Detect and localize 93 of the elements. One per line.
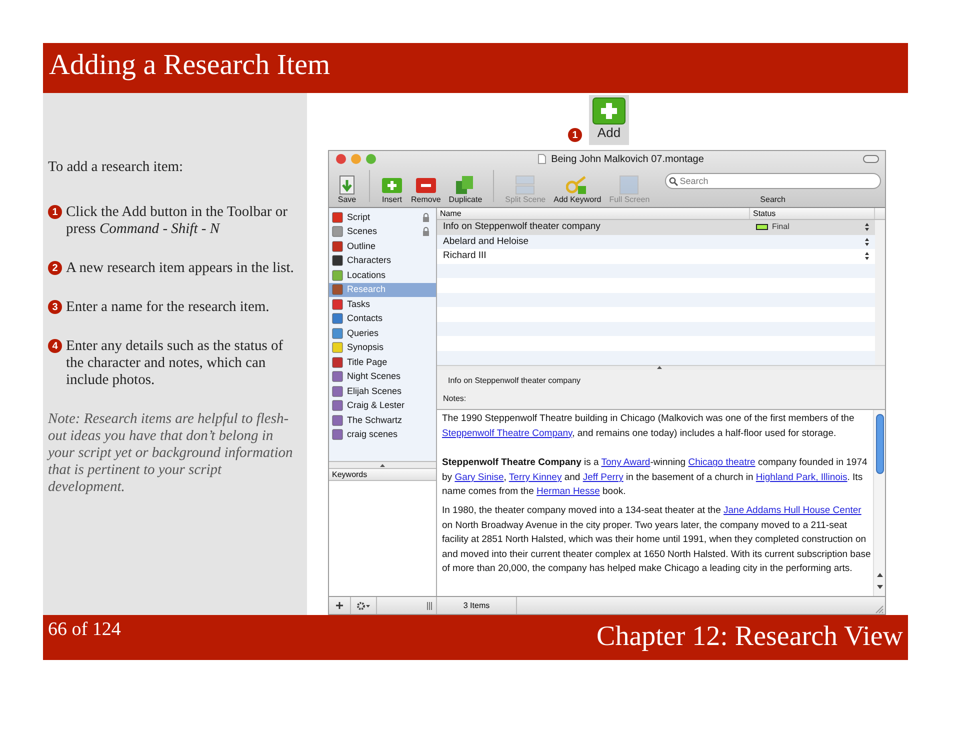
sidebar-item[interactable]: Craig & Lester (329, 398, 436, 413)
sidebar-item[interactable]: Contacts (329, 312, 436, 326)
sidebar-item[interactable]: Title Page (329, 355, 436, 370)
item-icon (332, 212, 343, 223)
item-icon (332, 226, 343, 238)
step-text: A new research item appears in the list. (66, 260, 294, 277)
item-icon (332, 342, 343, 354)
notes-paragraph: In 1980, the theater company moved into a 134-seat theater at the Jane Addams Hull House Center on North Broadway Avenue in the city proper. Two years later, the company moved to a 211-seat facility at 2851 North Halsted, which was their home until 1991, when they completed construction on and moved into their current theater complex at 1650 North Halsted. With its current subscription base of more than 20,000, the company has helped make Chicago a leading city in the performing arts. (442, 504, 871, 576)
item-icon (332, 328, 343, 339)
insert-icon (381, 175, 403, 195)
search-label: Search (760, 195, 786, 205)
plus-icon (592, 97, 626, 125)
step-number-badge: 4 (48, 339, 62, 353)
full-screen-icon (618, 175, 640, 195)
item-icon (332, 414, 343, 426)
item-icon (332, 400, 343, 412)
stepper-icon (865, 238, 869, 246)
notes-link[interactable]: Chicago theatre (688, 457, 756, 468)
notes-link[interactable]: Gary Sinise (454, 472, 504, 483)
toolbar-button[interactable]: Remove (408, 175, 444, 205)
splitter-handle-icon (380, 464, 385, 466)
stepper-icon (865, 223, 869, 232)
step-number-badge: 1 (48, 205, 62, 219)
sidebar-item[interactable]: Outline (329, 239, 436, 254)
item-icon (332, 313, 343, 324)
intro-text: To add a research item: (48, 159, 184, 176)
notes-link[interactable]: Jane Addams Hull House Center (724, 504, 862, 516)
search-icon (668, 177, 678, 186)
chapter-title: Chapter 12: Research View (596, 620, 903, 654)
item-icon (332, 240, 343, 252)
item-icon (332, 270, 343, 281)
notes-link[interactable]: Herman Hesse (536, 486, 600, 498)
sidebar-item[interactable]: The Schwartz (329, 413, 436, 428)
notes-link[interactable]: Jeff Perry (582, 472, 624, 483)
key-icon (566, 175, 588, 195)
table-row[interactable]: Info on Steppenwolf theater company Final (437, 220, 875, 234)
sidebar-item[interactable]: Queries (329, 326, 436, 340)
sidebar-item[interactable]: Script (329, 210, 436, 224)
sidebar-item[interactable]: craig scenes (329, 428, 436, 442)
document-icon (538, 154, 546, 164)
notes-link[interactable]: Tony Award (601, 457, 650, 468)
search-field[interactable]: Search (664, 173, 881, 189)
window-controls-icon (335, 153, 379, 165)
sidebar-item[interactable]: Elijah Scenes (329, 384, 436, 398)
scroll-thumb[interactable] (876, 414, 884, 474)
research-item-name: Info on Steppenwolf theater company (448, 375, 582, 387)
column-header: Keywords (329, 469, 436, 481)
remove-icon (414, 175, 437, 195)
stepper-icon (865, 252, 869, 260)
item-icon (332, 284, 343, 296)
notes-paragraph: Steppenwolf Theatre Company is a Tony Award-winning Chicago theatre company founded in 1974 by Gary Sinise, Terry Kinney and Jeff Perry in the basement of a church in Highland Park, Illinois. Its name comes from the Herman Hesse book. (442, 456, 868, 500)
sidebar-item[interactable]: Characters (329, 254, 436, 268)
sidebar-item[interactable]: Scenes (329, 224, 436, 239)
sidebar-item[interactable]: Tasks (329, 297, 436, 312)
notes-link[interactable]: Steppenwolf Theatre Company (442, 428, 572, 439)
item-icon (332, 429, 343, 440)
item-icon (332, 371, 343, 382)
toolbar-button[interactable]: Add Keyword (550, 175, 604, 205)
item-icon (332, 356, 343, 368)
item-icon (332, 255, 343, 266)
resize-handle-icon (427, 602, 432, 610)
step-number-badge: 3 (48, 300, 62, 314)
split-scene-icon (514, 175, 536, 195)
note-text: Note: Research items are helpful to flesh-out ideas you have that don’t belong in your script yet or background information that is pertinent to your script development. (48, 411, 294, 496)
notes-label: Notes: (443, 393, 468, 405)
step-number-badge: 2 (48, 261, 62, 275)
step-text: Enter any details such as the status of the character and notes, which can include photos. (66, 338, 284, 389)
item-icon (332, 298, 343, 310)
status-label: Final (772, 221, 790, 234)
notes-paragraph: The 1990 Steppenwolf Theatre building in Chicago (Malkovich was one of the first members of the Steppenwolf Theatre Company, and remains one today) includes a half-floor used for storage. (442, 412, 856, 441)
item-icon (332, 386, 343, 397)
step-number-badge: 1 (568, 128, 582, 142)
sidebar-item[interactable]: Night Scenes (329, 370, 436, 384)
sidebar-item[interactable]: Synopsis (329, 340, 436, 355)
column-header: Status (750, 208, 875, 219)
step-text: Enter a name for the research item. (66, 299, 270, 316)
add-button[interactable]: Add (589, 95, 629, 145)
plus-icon (336, 602, 343, 609)
page-title: Adding a Research Item (49, 48, 330, 83)
column-header: Name (437, 208, 750, 219)
toolbar-button[interactable]: Insert (378, 175, 406, 205)
step-text: Click the Add button in the Toolbar or press Command - Shift - N (66, 204, 288, 238)
notes-link[interactable]: Highland Park, Illinois (756, 472, 848, 483)
sidebar-item[interactable]: Locations (329, 268, 436, 282)
toolbar-toggle-icon (863, 155, 879, 163)
gear-icon (357, 602, 370, 610)
table-row[interactable]: Abelard and Heloise (437, 234, 875, 249)
window-title: Being John Malkovich 07.montage (551, 152, 704, 166)
toolbar-button[interactable]: Save (333, 175, 361, 205)
page-number: 66 of 124 (48, 618, 121, 642)
item-count: 3 Items (437, 597, 517, 614)
toolbar-button[interactable]: Duplicate (446, 175, 486, 205)
notes-link[interactable]: Terry Kinney (508, 472, 562, 483)
